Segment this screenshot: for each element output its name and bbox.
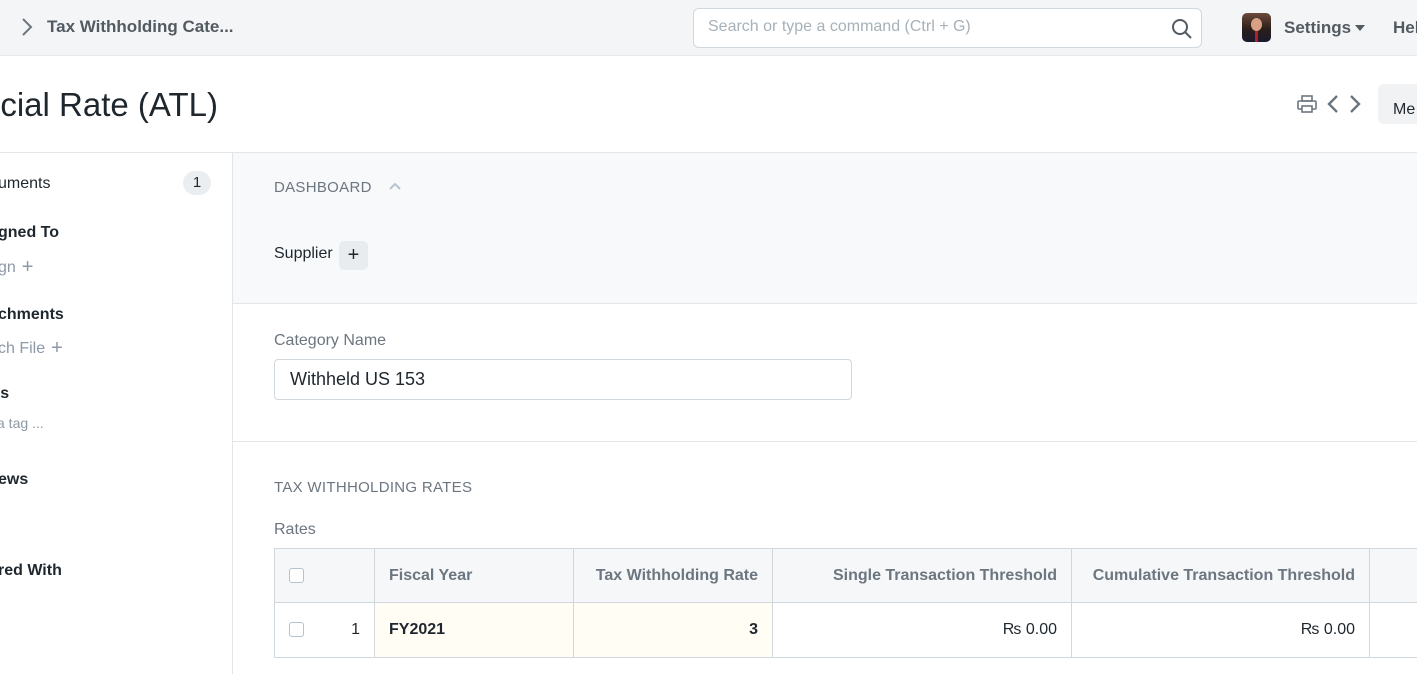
row-checkbox[interactable] <box>289 622 304 637</box>
fiscal-year-cell[interactable]: FY2021 <box>375 603 574 657</box>
print-icon[interactable] <box>1297 95 1317 113</box>
page-title: ecial Rate (ATL) <box>0 86 218 123</box>
header-single-threshold: Single Transaction Threshold <box>773 549 1072 602</box>
assign-link[interactable]: gn + <box>0 256 33 279</box>
table-row[interactable]: 1 FY2021 3 ₨ 0.00 ₨ 0.00 <box>274 603 1417 658</box>
header-select-cell <box>275 549 375 602</box>
navbar: Tax Withholding Cate... Settings Hel <box>0 0 1417 56</box>
rates-table: Fiscal Year Tax Withholding Rate Single … <box>274 548 1417 658</box>
form-main: DASHBOARD Supplier + Category Name TAX W… <box>233 153 1417 674</box>
search-icon[interactable] <box>1171 18 1193 40</box>
header-cumulative-threshold: Cumulative Transaction Threshold <box>1072 549 1370 602</box>
comments-count-badge: 1 <box>183 171 211 195</box>
tags-heading: Tags <box>0 385 10 402</box>
plus-icon: + <box>347 244 360 266</box>
form-sidebar: uments 1 gned To gn + chments ch File + Ta… <box>0 153 233 674</box>
avatar[interactable] <box>1242 13 1271 42</box>
chevron-right-icon <box>22 18 33 36</box>
chevron-up-icon[interactable] <box>388 181 402 191</box>
divider <box>233 441 1417 442</box>
category-name-label: Category Name <box>274 332 387 349</box>
dashboard-section: DASHBOARD Supplier + <box>233 153 1417 304</box>
chevron-left-icon[interactable] <box>1326 94 1340 114</box>
help-menu[interactable]: Hel <box>1393 18 1417 38</box>
search-input[interactable] <box>708 18 1158 36</box>
chevron-right-icon[interactable] <box>1348 94 1362 114</box>
plus-icon[interactable]: + <box>51 337 63 360</box>
category-name-field[interactable] <box>274 359 852 400</box>
header-fiscal-year: Fiscal Year <box>375 549 574 602</box>
table-header-row: Fiscal Year Tax Withholding Rate Single … <box>274 548 1417 603</box>
comments-link[interactable]: uments <box>0 175 50 193</box>
select-all-checkbox[interactable] <box>289 568 304 583</box>
plus-icon[interactable]: + <box>22 256 34 279</box>
rates-label: Rates <box>274 521 316 538</box>
header-rate: Tax Withholding Rate <box>574 549 773 602</box>
row-index: 1 <box>351 621 360 638</box>
dashboard-title[interactable]: DASHBOARD <box>274 179 372 196</box>
tax-withholding-rates-title[interactable]: TAX WITHHOLDING RATES <box>274 479 472 496</box>
search-box[interactable] <box>693 8 1202 48</box>
add-tag-link[interactable]: a tag ... <box>0 415 44 431</box>
assigned-to-heading: gned To <box>0 224 60 241</box>
settings-menu[interactable]: Settings <box>1284 18 1351 38</box>
add-supplier-button[interactable]: + <box>339 241 368 270</box>
assign-label: gn <box>0 259 16 276</box>
cumulative-threshold-cell[interactable]: ₨ 0.00 <box>1072 603 1370 657</box>
shared-with-heading: red With <box>0 562 62 579</box>
menu-button[interactable]: Me <box>1378 84 1417 124</box>
breadcrumb-link[interactable]: Tax Withholding Cate... <box>47 17 234 37</box>
row-select-cell: 1 <box>275 603 375 657</box>
caret-down-icon[interactable] <box>1355 25 1365 31</box>
supplier-link[interactable]: Supplier <box>274 245 333 263</box>
reviews-heading: ews <box>0 471 29 488</box>
attach-file-label: ch File <box>0 340 46 357</box>
single-threshold-cell[interactable]: ₨ 0.00 <box>773 603 1072 657</box>
attachments-heading: chments <box>0 306 64 323</box>
rate-cell[interactable]: 3 <box>574 603 773 657</box>
attach-file-link[interactable]: ch File + <box>0 337 63 360</box>
